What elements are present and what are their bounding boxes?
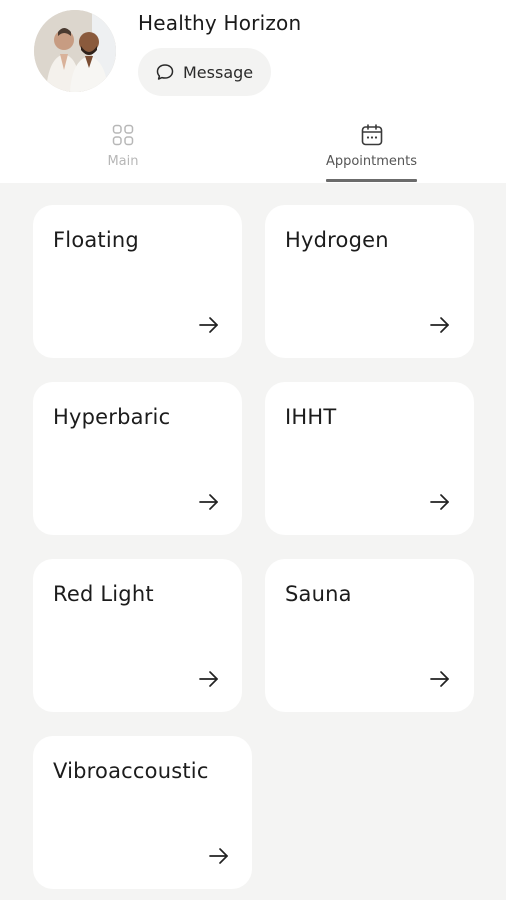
profile-header: Healthy Horizon Message Main Appointment… bbox=[0, 0, 506, 183]
tab-appointments[interactable]: Appointments bbox=[320, 118, 423, 183]
service-card-hyperbaric[interactable]: Hyperbaric bbox=[33, 382, 242, 535]
service-card-label: Red Light bbox=[53, 582, 154, 606]
service-card-label: Floating bbox=[53, 228, 139, 252]
service-card-red-light[interactable]: Red Light bbox=[33, 559, 242, 712]
arrow-right-icon bbox=[429, 316, 451, 334]
message-button-label: Message bbox=[183, 62, 254, 82]
service-card-hydrogen[interactable]: Hydrogen bbox=[265, 205, 474, 358]
calendar-icon bbox=[360, 123, 384, 147]
avatar bbox=[34, 10, 116, 92]
service-card-label: Hydrogen bbox=[285, 228, 389, 252]
message-button[interactable]: Message bbox=[138, 48, 271, 96]
service-card-label: Sauna bbox=[285, 582, 352, 606]
arrow-right-icon bbox=[198, 493, 220, 511]
arrow-right-icon bbox=[198, 316, 220, 334]
arrow-right-icon bbox=[208, 847, 230, 865]
tab-appointments-label: Appointments bbox=[325, 154, 418, 169]
tab-main-label: Main bbox=[107, 154, 139, 169]
service-card-label: Hyperbaric bbox=[53, 405, 171, 429]
profile-name: Healthy Horizon bbox=[138, 11, 302, 35]
service-card-label: IHHT bbox=[285, 405, 337, 429]
service-card-sauna[interactable]: Sauna bbox=[265, 559, 474, 712]
arrow-right-icon bbox=[429, 493, 451, 511]
arrow-right-icon bbox=[198, 670, 220, 688]
arrow-right-icon bbox=[429, 670, 451, 688]
grid-icon bbox=[111, 123, 135, 147]
service-card-floating[interactable]: Floating bbox=[33, 205, 242, 358]
service-card-ihht[interactable]: IHHT bbox=[265, 382, 474, 535]
chat-bubble-icon bbox=[155, 62, 175, 82]
tab-main[interactable]: Main bbox=[93, 118, 153, 183]
service-card-label: Vibroaccoustic bbox=[53, 759, 209, 783]
tab-bar: Main Appointments bbox=[0, 118, 506, 183]
active-tab-indicator bbox=[326, 179, 417, 182]
service-card-vibroaccoustic[interactable]: Vibroaccoustic bbox=[33, 736, 252, 889]
